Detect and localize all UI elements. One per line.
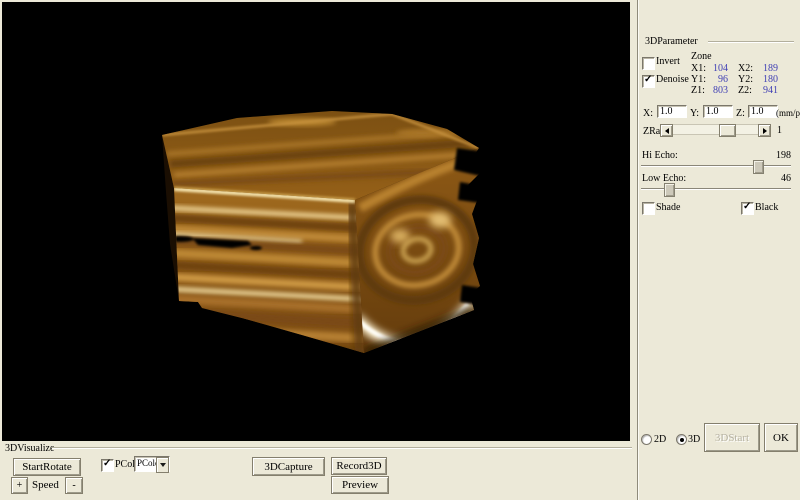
zrate-value: 1 <box>777 125 782 136</box>
hi-echo-thumb[interactable] <box>753 160 764 174</box>
zone-x1-value: 104 <box>706 63 728 74</box>
zone-z1-label: Z1: <box>691 85 705 96</box>
black-label: Black <box>755 202 778 213</box>
pcolor-checkbox[interactable] <box>101 459 114 472</box>
scale-z-label: Z: <box>736 108 745 119</box>
scale-unit-label: (mm/p) <box>776 108 800 119</box>
zone-x2-value: 189 <box>756 63 778 74</box>
visualize-panel: 3DVisualize StartRotate + Speed - PColor… <box>0 441 637 500</box>
scale-z-input[interactable] <box>748 105 778 118</box>
zone-z1-value: 803 <box>706 85 728 96</box>
zone-z2-value: 941 <box>756 85 778 96</box>
group-title-3dvisualize: 3DVisualize <box>5 443 54 454</box>
pcolor-select[interactable]: PColor <box>134 456 170 472</box>
zrate-scrollbar[interactable] <box>660 124 769 135</box>
arrow-right-icon <box>763 128 767 134</box>
zrate-scroll-left-button[interactable] <box>660 124 673 137</box>
invert-label: Invert <box>656 56 680 67</box>
scale-y-label: Y: <box>690 108 699 119</box>
scale-x-label: X: <box>643 108 653 119</box>
zone-y2-value: 180 <box>756 74 778 85</box>
pcolor-select-button[interactable] <box>156 457 169 473</box>
low-echo-thumb[interactable] <box>664 183 675 197</box>
zone-x1-label: X1: <box>691 63 706 74</box>
3dcapture-button[interactable]: 3DCapture <box>252 457 325 476</box>
record3d-button[interactable]: Record3D <box>331 457 387 475</box>
volume-render-3d <box>2 2 630 441</box>
speed-minus-button[interactable]: - <box>65 477 83 494</box>
mode-2d-label: 2D <box>654 434 666 445</box>
group-title-3dparameter: 3DParameter <box>645 36 698 47</box>
groupbox-line <box>52 447 632 449</box>
zrate-scroll-thumb[interactable] <box>719 124 736 137</box>
speed-plus-button[interactable]: + <box>11 477 28 494</box>
render-viewport[interactable] <box>2 2 630 441</box>
hi-echo-track[interactable] <box>641 165 791 167</box>
app-window: 3DParameter Invert Denoise Zone X1: 104 … <box>0 0 800 500</box>
zone-y2-label: Y2: <box>738 74 753 85</box>
low-echo-slider[interactable] <box>641 182 791 196</box>
ok-button[interactable]: OK <box>764 423 798 452</box>
zone-label: Zone <box>691 51 712 62</box>
groupbox-line <box>708 41 794 43</box>
start-rotate-button[interactable]: StartRotate <box>13 458 81 476</box>
denoise-label: Denoise <box>656 74 689 85</box>
mode-2d-radio[interactable] <box>641 434 652 445</box>
zone-z2-label: Z2: <box>738 85 752 96</box>
shade-checkbox[interactable] <box>642 202 655 215</box>
zrate-scroll-right-button[interactable] <box>758 124 771 137</box>
mode-3d-radio[interactable] <box>676 434 687 445</box>
scale-y-input[interactable] <box>703 105 733 118</box>
3dstart-button[interactable]: 3DStart <box>704 423 760 452</box>
zone-y1-label: Y1: <box>691 74 706 85</box>
hi-echo-slider[interactable] <box>641 159 791 173</box>
parameter-panel: 3DParameter Invert Denoise Zone X1: 104 … <box>637 0 800 500</box>
zone-y1-value: 96 <box>706 74 728 85</box>
arrow-left-icon <box>665 128 669 134</box>
denoise-checkbox[interactable] <box>642 75 655 88</box>
shade-label: Shade <box>656 202 680 213</box>
chevron-down-icon <box>160 463 166 467</box>
preview-button[interactable]: Preview <box>331 476 389 494</box>
mode-3d-label: 3D <box>688 434 700 445</box>
zone-x2-label: X2: <box>738 63 753 74</box>
scale-x-input[interactable] <box>657 105 687 118</box>
invert-checkbox[interactable] <box>642 57 655 70</box>
black-checkbox[interactable] <box>741 202 754 215</box>
speed-label: Speed <box>32 480 59 491</box>
